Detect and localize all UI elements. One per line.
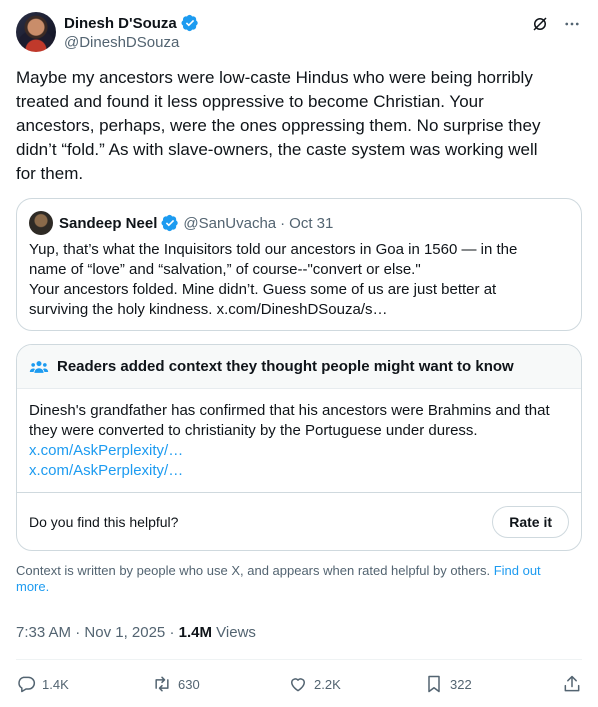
tweet-header: Dinesh D'Souza @DineshDSouza (16, 12, 582, 54)
tweet-text: Maybe my ancestors were low-caste Hindus… (16, 68, 541, 183)
divider (16, 659, 582, 660)
bookmark-icon (428, 675, 440, 693)
reply-icon (18, 676, 36, 693)
verified-badge-icon (161, 214, 179, 232)
like-button[interactable]: 2.2K (288, 674, 424, 694)
community-note: Readers added context they thought peopl… (16, 344, 582, 551)
reply-button[interactable]: 1.4K (16, 674, 152, 694)
tweet-meta: 7:33 AM · Nov 1, 2025 · 1.4M Views (16, 624, 256, 641)
community-note-link[interactable]: x.com/AskPerplexity/… (29, 461, 569, 481)
views-count[interactable]: 1.4M (179, 624, 212, 641)
quoted-tweet[interactable]: Sandeep Neel @SanUvacha · Oct 31 Yup, th… (16, 198, 582, 331)
top-actions (530, 14, 582, 34)
verified-badge-icon (181, 14, 198, 32)
tweet-actions-bar: 1.4K 630 2.2K 322 (16, 670, 582, 698)
author-handle[interactable]: @DineshDSouza (64, 34, 179, 51)
grok-icon[interactable] (530, 14, 550, 34)
views-label: Views (216, 624, 256, 641)
quoted-tweet-header: Sandeep Neel @SanUvacha · Oct 31 (29, 211, 569, 235)
bookmark-button[interactable]: 322 (424, 674, 560, 694)
bookmark-count: 322 (450, 676, 472, 692)
repost-icon (155, 676, 169, 692)
helpful-prompt: Do you find this helpful? (29, 513, 179, 530)
author-avatar[interactable] (16, 12, 56, 52)
community-note-link[interactable]: x.com/AskPerplexity/… (29, 441, 569, 461)
community-note-text: Dinesh's grandfather has confirmed that … (29, 402, 550, 439)
tweet-time[interactable]: 7:33 AM (16, 624, 71, 641)
disclaimer-text: Context is written by people who use X, … (16, 563, 491, 578)
community-note-header: Readers added context they thought peopl… (17, 345, 581, 389)
repost-button[interactable]: 630 (152, 674, 288, 694)
quoted-tweet-date: Oct 31 (289, 214, 334, 232)
rate-it-button[interactable]: Rate it (492, 505, 569, 538)
share-icon (564, 675, 580, 692)
community-note-rating-row: Do you find this helpful? Rate it (17, 492, 581, 550)
author-display-name[interactable]: Dinesh D'Souza (64, 15, 177, 32)
meta-separator: · (75, 624, 81, 641)
repost-count: 630 (178, 676, 200, 692)
heart-icon (291, 678, 305, 692)
meta-separator: · (169, 624, 175, 641)
quoted-author-handle: @SanUvacha (183, 214, 277, 232)
share-button[interactable] (562, 674, 582, 694)
like-count: 2.2K (314, 676, 341, 692)
quoted-tweet-text: Yup, that’s what the Inquisitors told ou… (29, 241, 518, 318)
community-note-disclaimer: Context is written by people who use X, … (16, 563, 576, 595)
quoted-meta-separator: · (280, 214, 286, 232)
tweet-date[interactable]: Nov 1, 2025 (84, 624, 165, 641)
author-name-row: Dinesh D'Souza (64, 14, 199, 32)
more-options-icon[interactable] (562, 14, 582, 34)
community-note-title: Readers added context they thought peopl… (57, 358, 514, 375)
people-icon (29, 360, 49, 373)
reply-count: 1.4K (42, 676, 69, 692)
community-note-body: Dinesh's grandfather has confirmed that … (17, 389, 581, 493)
quoted-author-avatar (29, 211, 53, 235)
quoted-author-display-name: Sandeep Neel (59, 214, 158, 232)
